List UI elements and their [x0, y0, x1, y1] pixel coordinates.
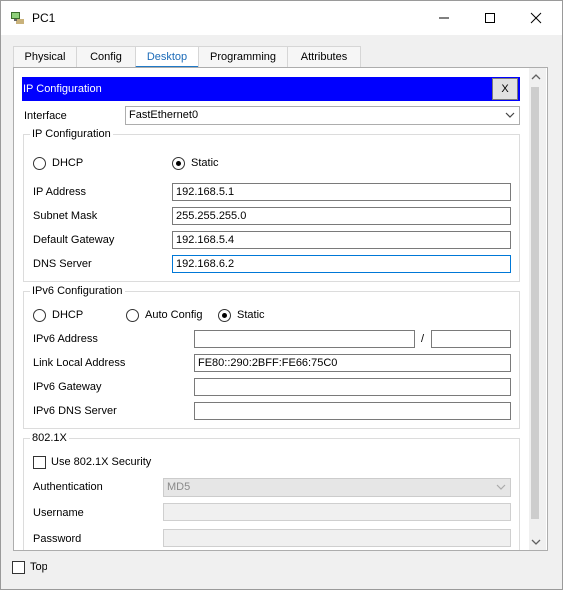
ipv6-dhcp-radio[interactable] [33, 309, 46, 322]
tab-config[interactable]: Config [76, 46, 136, 68]
ipv6-gateway-label: IPv6 Gateway [33, 381, 102, 393]
tab-programming[interactable]: Programming [198, 46, 288, 68]
pc-app-icon [10, 10, 26, 26]
ipv6-address-field[interactable] [194, 330, 415, 348]
window-title: PC1 [32, 11, 56, 25]
use-8021x-checkbox[interactable] [33, 456, 46, 469]
top-label: Top [30, 561, 47, 573]
dot1x-group-title: 802.1X [30, 432, 69, 444]
interface-select[interactable]: FastEthernet0 [125, 106, 520, 125]
ipv4-group-title: IP Configuration [30, 128, 113, 140]
minimize-icon [439, 17, 449, 19]
tab-attributes[interactable]: Attributes [287, 46, 361, 68]
dns-server-label: DNS Server [33, 258, 92, 270]
app-window: PC1 Physical Config Desktop Programming … [0, 0, 563, 590]
password-field[interactable] [163, 529, 511, 547]
top-checkbox[interactable] [12, 561, 25, 574]
authentication-label: Authentication [33, 481, 103, 493]
subnet-mask-label: Subnet Mask [33, 210, 98, 222]
authentication-value: MD5 [167, 481, 191, 493]
ip-address-label: IP Address [33, 186, 86, 198]
ipv6-auto-config-radio[interactable] [126, 309, 139, 322]
use-8021x-label: Use 802.1X Security [51, 456, 152, 468]
ipv6-static-radio[interactable] [218, 309, 231, 322]
chevron-down-icon [505, 112, 515, 118]
ipv6-auto-config-label: Auto Config [145, 309, 203, 321]
ipv6-address-label: IPv6 Address [33, 333, 98, 345]
password-label: Password [33, 533, 82, 545]
link-local-address-field[interactable]: FE80::290:2BFF:FE66:75C0 [194, 354, 511, 372]
default-gateway-field[interactable]: 192.168.5.4 [172, 231, 511, 249]
maximize-icon [485, 13, 495, 23]
interface-label: Interface [24, 110, 67, 122]
close-icon [530, 12, 542, 24]
subnet-mask-field[interactable]: 255.255.255.0 [172, 207, 511, 225]
minimize-button[interactable] [421, 1, 467, 35]
ip-address-field[interactable]: 192.168.5.1 [172, 183, 511, 201]
chevron-down-icon [496, 484, 506, 490]
tab-desktop[interactable]: Desktop [135, 46, 199, 68]
ip-config-close-button[interactable]: X [492, 78, 518, 100]
scrollbar-thumb[interactable] [531, 87, 539, 519]
ipv4-static-label: Static [191, 157, 219, 169]
ipv6-prefix-field[interactable] [431, 330, 511, 348]
ipv6-dns-server-field[interactable] [194, 402, 511, 420]
ipv6-dns-server-label: IPv6 DNS Server [33, 405, 117, 417]
ipv4-dhcp-label: DHCP [52, 157, 84, 169]
title-bar[interactable]: PC1 [1, 1, 562, 35]
interface-value: FastEthernet0 [129, 109, 199, 121]
maximize-button[interactable] [467, 1, 513, 35]
ipv6-static-label: Static [237, 309, 265, 321]
ipv4-dhcp-radio[interactable] [33, 157, 46, 170]
tab-physical[interactable]: Physical [13, 46, 77, 68]
ipv4-static-radio[interactable] [172, 157, 185, 170]
close-button[interactable] [513, 1, 559, 35]
dns-server-field[interactable]: 192.168.6.2 [172, 255, 511, 273]
scroll-up-icon[interactable] [530, 71, 542, 83]
ipv6-prefix-separator: / [421, 333, 425, 345]
username-label: Username [33, 507, 84, 519]
ipv6-gateway-field[interactable] [194, 378, 511, 396]
default-gateway-label: Default Gateway [33, 234, 115, 246]
link-local-address-label: Link Local Address [33, 357, 126, 369]
ipv6-dhcp-label: DHCP [52, 309, 84, 321]
ipv6-group-title: IPv6 Configuration [30, 285, 125, 297]
ip-config-title: IP Configuration [23, 83, 102, 95]
authentication-select[interactable]: MD5 [163, 478, 511, 497]
scroll-down-icon[interactable] [530, 536, 542, 548]
ip-config-header: IP Configuration [22, 77, 520, 101]
username-field[interactable] [163, 503, 511, 521]
